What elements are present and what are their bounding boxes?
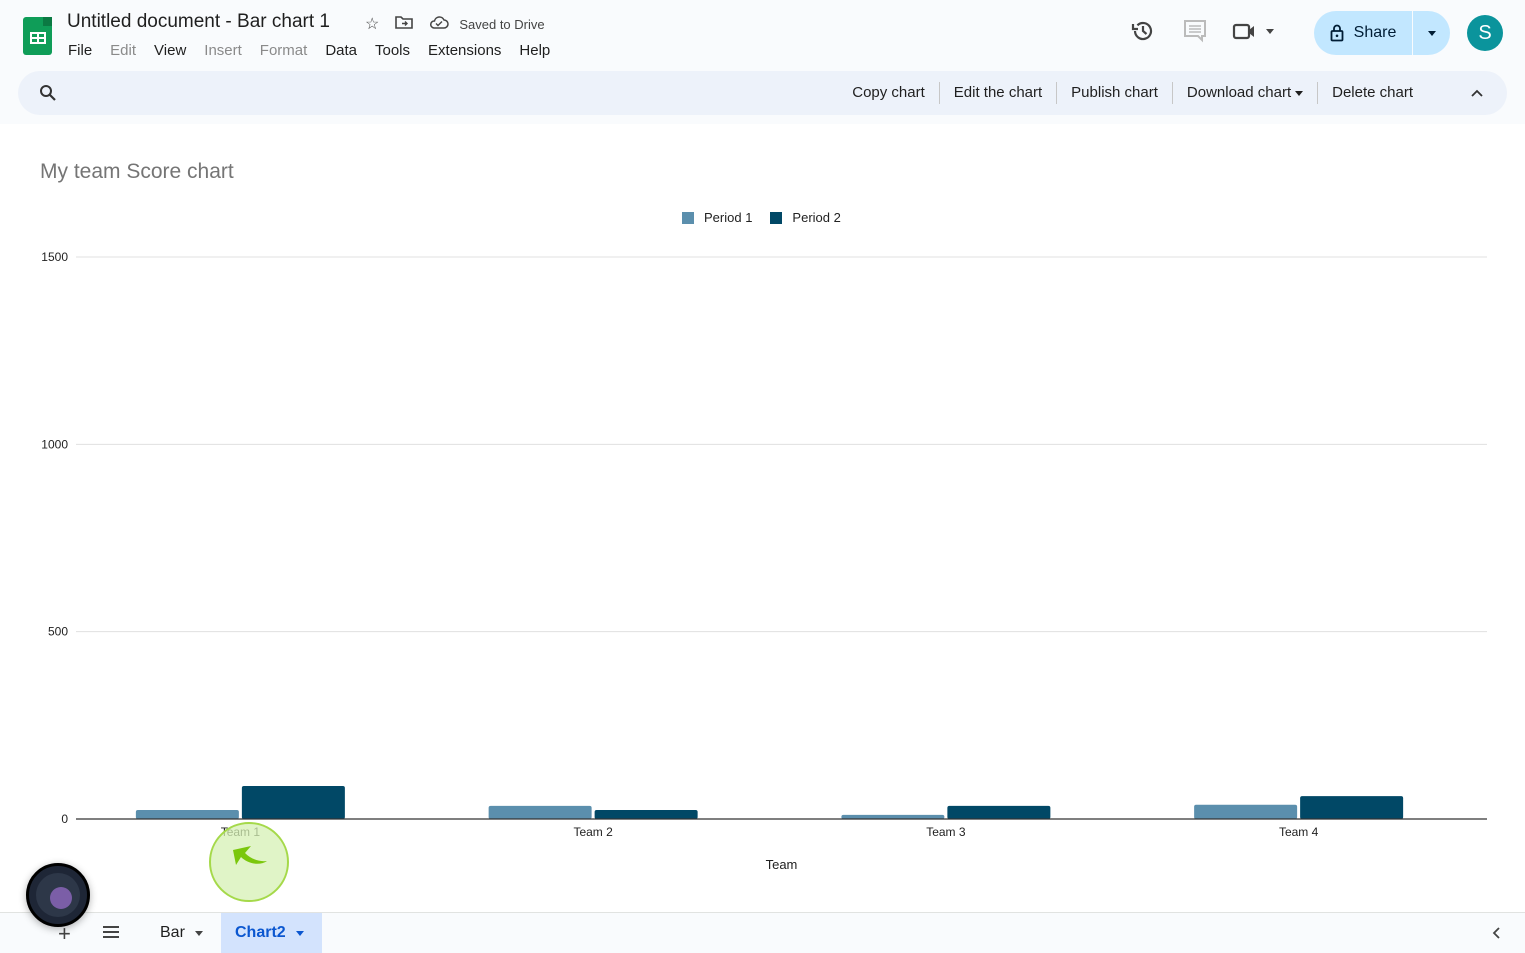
menu-extensions[interactable]: Extensions (428, 42, 501, 59)
meet-video-icon[interactable] (1232, 16, 1276, 46)
publish-chart-button[interactable]: Publish chart (1057, 82, 1173, 104)
download-chart-label: Download chart (1186, 84, 1292, 101)
saved-status: Saved to Drive (459, 16, 545, 32)
menu-tools[interactable]: Tools (375, 42, 410, 59)
lock-icon (1330, 24, 1344, 42)
chart-toolbar: Copy chart Edit the chart Publish chart … (18, 71, 1507, 115)
download-chart-button[interactable]: Download chart (1173, 82, 1319, 104)
chevron-down-icon (1427, 30, 1436, 36)
version-history-icon[interactable] (1128, 16, 1158, 46)
share-button-group: Share (1314, 11, 1450, 55)
legend-item-period-1[interactable]: Period 1 (682, 210, 752, 225)
menu-insert[interactable]: Insert (204, 42, 242, 59)
record-dot-icon (50, 887, 72, 909)
menu-help[interactable]: Help (519, 42, 550, 59)
menu-edit[interactable]: Edit (110, 42, 136, 59)
chevron-down-icon[interactable] (194, 930, 203, 936)
chevron-up-icon[interactable] (1467, 89, 1487, 97)
top-bar: Untitled document - Bar chart 1 ☆ Saved … (0, 0, 1525, 70)
delete-chart-button[interactable]: Delete chart (1318, 82, 1427, 104)
legend-label: Period 2 (792, 210, 841, 225)
edit-chart-button[interactable]: Edit the chart (940, 82, 1058, 104)
sheets-logo-icon[interactable] (23, 17, 52, 55)
bar-period-1[interactable] (135, 810, 239, 819)
cursor-highlight (209, 822, 289, 902)
share-label: Share (1353, 24, 1397, 41)
chevron-down-icon[interactable] (295, 930, 304, 936)
copy-chart-button[interactable]: Copy chart (838, 82, 940, 104)
bar-period-1[interactable] (1194, 804, 1298, 819)
star-icon[interactable]: ☆ (365, 14, 379, 34)
cloud-saved-icon[interactable] (429, 15, 450, 34)
search-icon[interactable] (38, 83, 58, 103)
move-folder-icon[interactable] (395, 15, 414, 34)
legend-item-period-2[interactable]: Period 2 (770, 210, 841, 225)
bar-period-2[interactable] (594, 810, 698, 819)
bar-period-2[interactable] (1300, 796, 1404, 819)
document-title[interactable]: Untitled document - Bar chart 1 (67, 11, 330, 33)
menu-view[interactable]: View (154, 42, 186, 59)
bar-period-1[interactable] (841, 814, 945, 819)
sheet-tab-label: Chart2 (235, 924, 286, 941)
menu-format[interactable]: Format (260, 42, 308, 59)
bar-period-1[interactable] (488, 805, 592, 819)
legend-swatch (682, 211, 694, 224)
comments-icon[interactable] (1180, 16, 1210, 46)
sheet-tab-chart2[interactable]: Chart2 (221, 913, 322, 953)
recorder-button[interactable] (26, 863, 90, 927)
avatar[interactable]: S (1467, 15, 1503, 51)
bar-period-2[interactable] (947, 805, 1051, 819)
sheet-tab-label: Bar (160, 924, 185, 941)
arrow-cursor-icon (233, 846, 267, 865)
menu-data[interactable]: Data (325, 42, 357, 59)
chart-legend: Period 1 Period 2 (682, 210, 859, 225)
chart-canvas (0, 124, 1525, 912)
legend-label: Period 1 (704, 210, 753, 225)
all-sheets-icon[interactable] (102, 925, 120, 939)
legend-swatch (770, 211, 783, 224)
chevron-left-icon[interactable] (1492, 926, 1500, 944)
sheet-tabs-bar: + Bar Chart2 (0, 912, 1525, 953)
menu-file[interactable]: File (68, 42, 92, 59)
share-dropdown-button[interactable] (1413, 30, 1450, 36)
share-button[interactable]: Share (1314, 11, 1413, 55)
chevron-down-icon[interactable] (1266, 28, 1274, 34)
menu-bar: File Edit View Insert Format Data Tools … (68, 42, 568, 59)
sheet-tab-bar[interactable]: Bar (146, 913, 217, 953)
bar-period-2[interactable] (241, 786, 345, 819)
chart-title[interactable]: My team Score chart (40, 160, 234, 184)
chevron-down-icon (1295, 90, 1304, 96)
